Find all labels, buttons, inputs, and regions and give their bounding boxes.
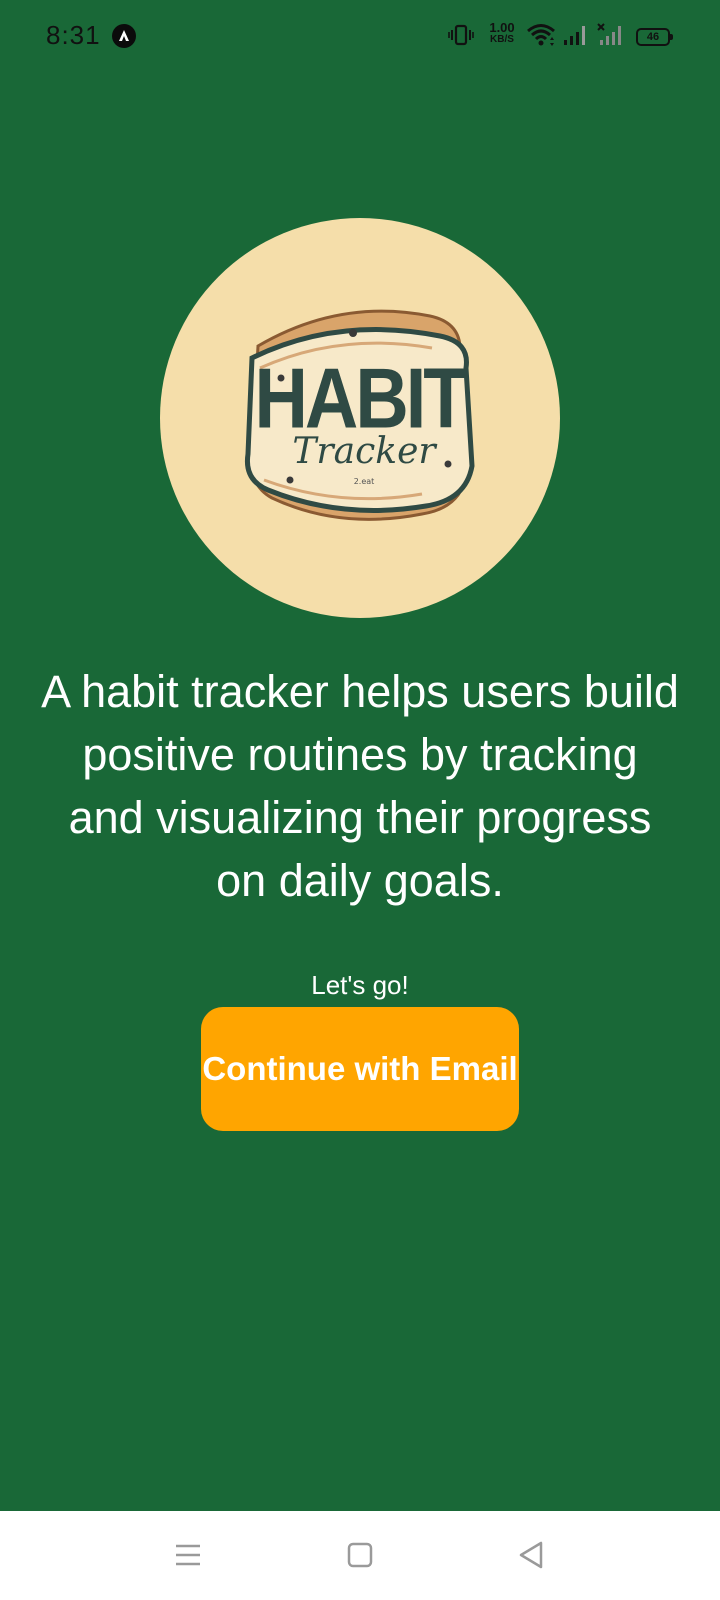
back-icon[interactable]	[508, 1531, 556, 1579]
battery-icon: 46	[636, 28, 673, 46]
logo-subtitle: Tracker	[292, 431, 437, 472]
logo-small-text: 2.eat	[354, 477, 375, 486]
welcome-screen: 8:31 1.00 KB/S 46 HABIT Tracker 2.eat A …	[0, 0, 720, 1600]
cta-caption: Let's go!	[311, 970, 409, 1000]
navigation-bar	[0, 1511, 720, 1600]
home-icon[interactable]	[336, 1531, 384, 1579]
app-description: A habit tracker helps users build positi…	[41, 666, 679, 906]
status-icons: 1.00 KB/S 46	[448, 20, 673, 53]
signal-icon	[562, 22, 588, 53]
status-bar: 8:31 1.00 KB/S 46	[0, 0, 720, 72]
menu-icon[interactable]	[164, 1531, 212, 1579]
signal-no-service-icon	[596, 22, 622, 53]
app-logo: HABIT Tracker 2.eat	[160, 218, 560, 618]
status-time: 8:31	[46, 20, 101, 50]
network-speed-unit: KB/S	[490, 34, 514, 45]
network-speed-value: 1.00	[489, 20, 515, 35]
wifi-icon	[526, 22, 556, 53]
app-notification-icon	[112, 24, 136, 48]
network-speed: 1.00 KB/S	[484, 20, 520, 46]
vibrate-icon	[448, 22, 474, 53]
continue-with-email-button[interactable]: Continue with Email	[201, 1007, 519, 1131]
